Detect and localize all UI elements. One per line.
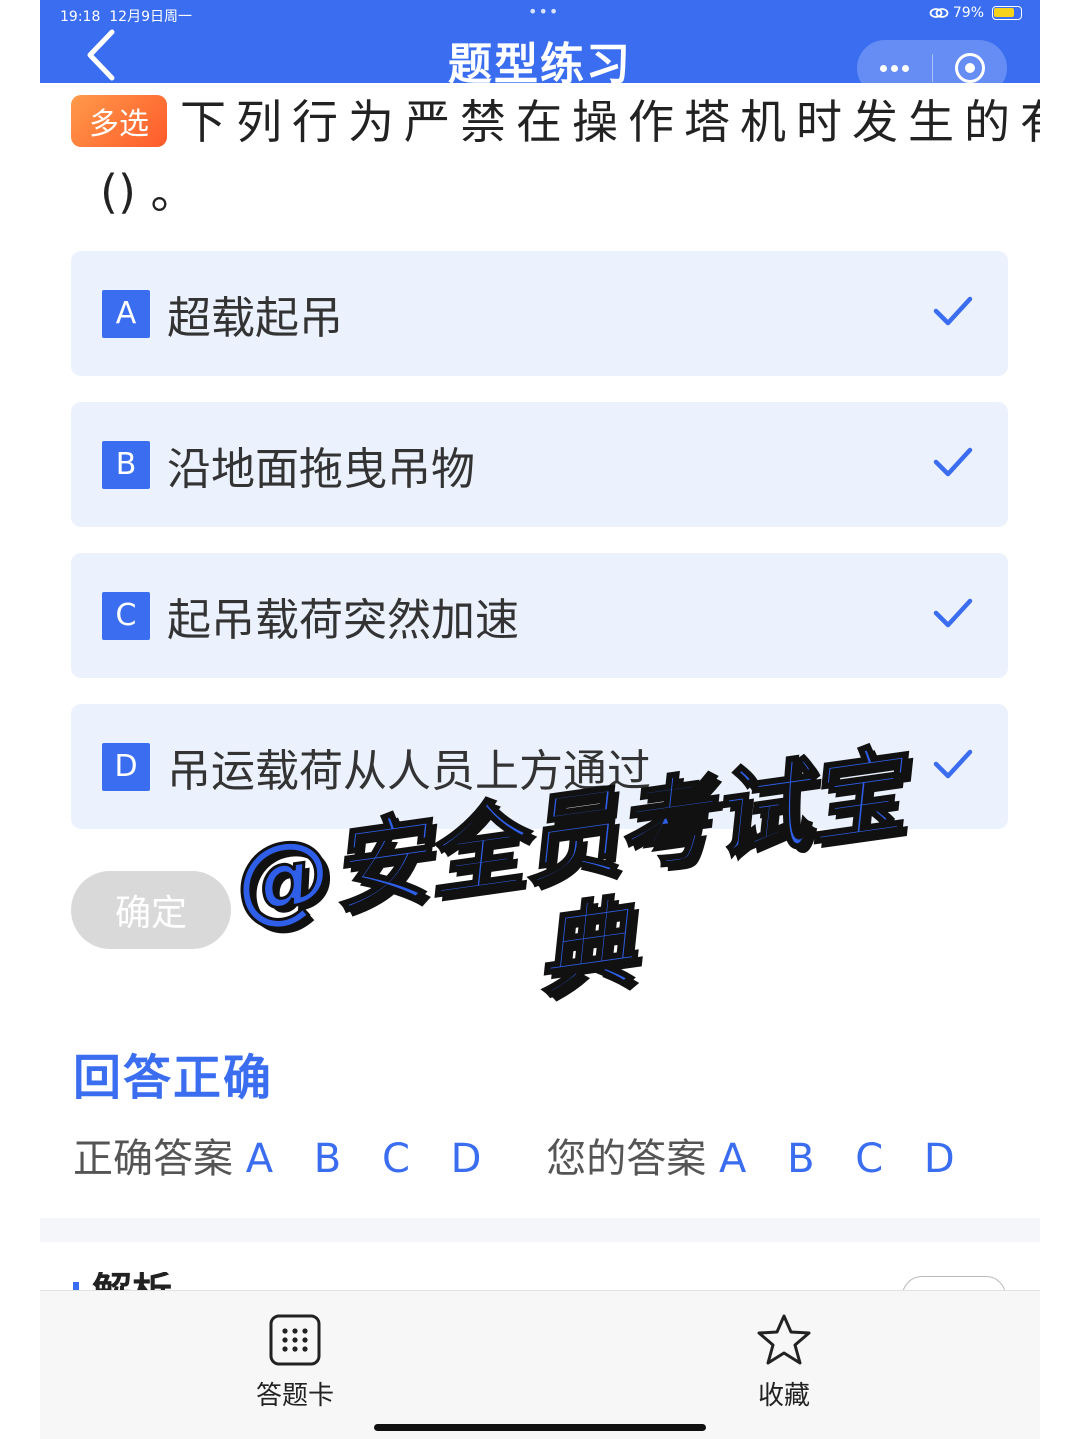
close-mini-program-button[interactable] [933,40,1007,96]
star-icon [757,1314,811,1365]
correct-answer-label: 正确答案 [73,1136,233,1182]
option-letter: D [102,742,150,791]
option-c[interactable]: C 起吊载荷突然加速 [71,553,1008,678]
check-icon [933,296,973,326]
status-right: 79% [929,5,1022,21]
option-a[interactable]: A 超载起吊 [71,251,1008,376]
question-type-badge: 多选 [71,95,167,147]
app-frame: 19:18 12月9日周一 ••• 79% 题型练习 多选 下列行为严禁在操作塔… [40,0,1040,1439]
check-icon [933,749,973,779]
status-date: 12月9日周一 [109,9,192,25]
option-text: 吊运载荷从人员上方通过 [167,745,651,797]
option-letter: B [102,440,150,489]
watermark-line2: 典 [528,885,642,1012]
check-icon [933,447,973,477]
target-icon [955,53,985,83]
option-text: 起吊载荷突然加速 [167,594,519,646]
question-text-continued: () 。 [100,165,197,219]
option-text: 沿地面拖曳吊物 [167,443,475,495]
option-letter: A [102,289,150,338]
answer-card-grid-icon [269,1314,321,1366]
tab-answer-card-label: 答题卡 [255,1381,334,1411]
more-dots-icon[interactable] [857,40,932,96]
section-divider [40,1218,1040,1242]
mini-program-capsule [857,40,1007,96]
option-letter: C [102,591,150,640]
result-status: 回答正确 [73,1050,274,1106]
correct-answer-value: A B C D [245,1136,496,1182]
status-dots: ••• [528,2,560,21]
question-text: 下列行为严禁在操作塔机时发生的有 [180,95,1040,149]
check-icon [933,598,973,628]
confirm-button[interactable]: 确定 [71,871,231,949]
tab-answer-card[interactable]: 答题卡 [235,1313,355,1412]
bottom-tab-bar: 答题卡 收藏 [40,1290,1040,1439]
status-time: 19:18 12月9日周一 [60,9,192,25]
battery-icon [992,6,1022,20]
option-text: 超载起吊 [167,292,343,344]
tab-favorite-label: 收藏 [757,1381,810,1411]
analysis-title: 解析 [92,1272,172,1292]
answer-summary: 正确答案 A B C D 您的答案 A B C D [73,1126,969,1184]
option-d[interactable]: D 吊运载荷从人员上方通过 [71,704,1008,829]
option-b[interactable]: B 沿地面拖曳吊物 [71,402,1008,527]
your-answer-label: 您的答案 [546,1136,707,1182]
battery-fill [994,8,1014,17]
battery-percent: 79% [952,5,984,21]
your-answer-value: A B C D [718,1136,969,1182]
home-indicator [374,1424,706,1431]
link-icon [929,8,949,18]
tab-favorite[interactable]: 收藏 [724,1313,844,1412]
